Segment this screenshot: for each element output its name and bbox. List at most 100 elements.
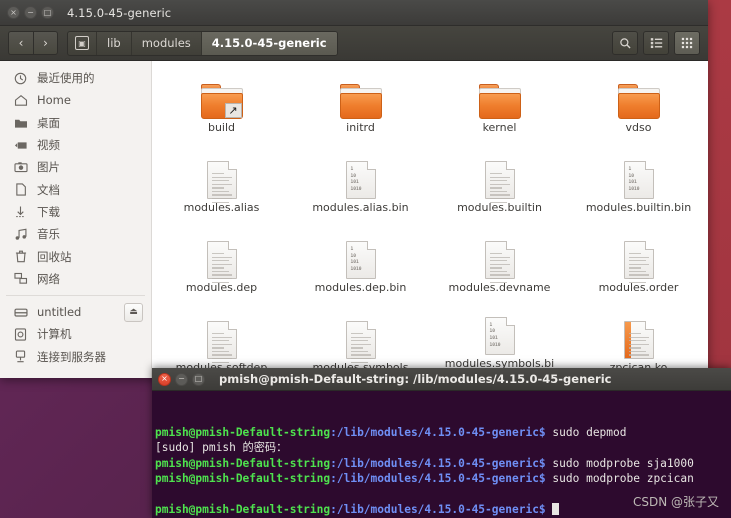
grid-view-icon[interactable] [674, 31, 700, 55]
terminal-line: [sudo] pmish 的密码： [155, 440, 731, 455]
document-lines [211, 333, 232, 365]
file-item[interactable]: modules.order [569, 229, 708, 303]
sidebar-item-computer[interactable]: 计算机 [0, 323, 151, 345]
sidebar-item-desktop[interactable]: 桌面 [0, 112, 151, 134]
prompt-user: pmish@pmish-Default-string [155, 502, 331, 516]
file-item[interactable]: kernel [430, 69, 569, 143]
search-icon[interactable] [612, 31, 638, 55]
text-file-icon [206, 235, 237, 283]
file-item[interactable]: initrd [291, 69, 430, 143]
sidebar-label: 视频 [37, 138, 60, 153]
sidebar-item-recent[interactable]: 最近使用的 [0, 67, 151, 89]
text-file-icon [623, 235, 654, 283]
close-icon[interactable]: × [7, 6, 20, 19]
sidebar-item-pictures[interactable]: 图片 [0, 156, 151, 178]
maximize-icon[interactable]: □ [192, 372, 205, 386]
file-item[interactable]: 1 10 101 1010 modules.dep.bin [291, 229, 430, 303]
sidebar-item-network[interactable]: 网络 [0, 268, 151, 290]
sidebar-item-connect-to-server[interactable]: 连接到服务器 [0, 346, 151, 368]
terminal-command: sudo modprobe sja1000 [545, 456, 694, 470]
music-icon [12, 228, 29, 241]
file-item[interactable]: 1 10 101 1010 modules.builtin.bin [569, 149, 708, 223]
folder-glyph: ↗ [200, 84, 243, 119]
sidebar: 最近使用的 Home 桌面 视频 图片 文档 下载 音乐 回收站 网络 unti… [0, 61, 152, 378]
breadcrumb-item-computer[interactable]: ▣ [68, 31, 97, 55]
eject-button[interactable]: ⏏ [124, 302, 143, 322]
file-item[interactable]: modules.alias [152, 149, 291, 223]
prompt-path: :/lib/modules/4.15.0-45-generic$ [330, 502, 546, 516]
sidebar-item-trash[interactable]: 回收站 [0, 245, 151, 267]
terminal-command: sudo modprobe zpcican [545, 472, 694, 486]
maximize-icon[interactable]: □ [41, 6, 54, 19]
document-glyph: 1 10 101 1010 [484, 316, 515, 355]
sidebar-label: 音乐 [37, 227, 60, 242]
folder-glyph [617, 84, 660, 119]
sidebar-label: 连接到服务器 [37, 349, 106, 364]
terminal-output[interactable]: pmish@pmish-Default-string:/lib/modules/… [152, 391, 731, 518]
sidebar-label: 文档 [37, 182, 60, 197]
binary-digits: 1 10 101 1010 [350, 167, 362, 192]
document-lines [628, 253, 649, 285]
terminal-cursor [552, 502, 560, 515]
file-item[interactable]: ↗ build [152, 69, 291, 143]
breadcrumb-item-current[interactable]: 4.15.0-45-generic [201, 31, 337, 55]
document-glyph [345, 321, 376, 363]
document-glyph [206, 161, 237, 203]
terminal-titlebar: × − □ pmish@pmish-Default-string: /lib/m… [152, 368, 731, 391]
sidebar-item-home[interactable]: Home [0, 89, 151, 111]
list-view-icon[interactable] [643, 31, 669, 55]
file-item[interactable]: modules.builtin [430, 149, 569, 223]
file-list-area[interactable]: ↗ build initrd kernel vdso modules.alias 1 10 10… [152, 61, 708, 378]
breadcrumb-item-lib[interactable]: lib [97, 31, 132, 55]
document-lines [211, 173, 232, 205]
sidebar-item-untitled[interactable]: untitled ⏏ [0, 301, 151, 323]
sidebar-item-downloads[interactable]: 下载 [0, 201, 151, 223]
binary-file-icon: 1 10 101 1010 [623, 155, 654, 199]
minimize-icon[interactable]: − [175, 372, 188, 386]
sidebar-item-music[interactable]: 音乐 [0, 223, 151, 245]
text-file-icon [206, 155, 237, 203]
prompt-path: :/lib/modules/4.15.0-45-generic$ [330, 472, 546, 486]
terminal-line: pmish@pmish-Default-string:/lib/modules/… [155, 456, 731, 471]
folder-glyph [339, 84, 382, 119]
prompt-user: pmish@pmish-Default-string [155, 425, 331, 439]
sidebar-item-videos[interactable]: 视频 [0, 134, 151, 156]
computer-icon [12, 328, 29, 341]
terminal-line: pmish@pmish-Default-string:/lib/modules/… [155, 425, 731, 440]
file-manager-titlebar: × − □ 4.15.0-45-generic [0, 0, 708, 26]
document-glyph: 1 10 101 1010 [345, 241, 376, 279]
document-icon [12, 183, 29, 196]
sidebar-label: Home [37, 93, 71, 108]
grid-view-glyph [681, 37, 693, 49]
prompt-path: :/lib/modules/4.15.0-45-generic$ [330, 456, 546, 470]
prompt-user: pmish@pmish-Default-string [155, 472, 331, 486]
file-label: modules.dep.bin [314, 281, 407, 294]
sidebar-label: 下载 [37, 204, 60, 219]
close-icon[interactable]: × [158, 372, 171, 386]
folder-icon [617, 75, 660, 119]
file-label: kernel [482, 121, 517, 134]
trash-icon [12, 250, 29, 263]
symlink-emblem-icon: ↗ [224, 103, 242, 118]
document-lines [628, 333, 649, 358]
back-button[interactable]: ‹ [8, 31, 33, 55]
file-item[interactable]: 1 10 101 1010 modules.alias.bin [291, 149, 430, 223]
file-item[interactable]: vdso [569, 69, 708, 143]
file-item[interactable]: modules.dep [152, 229, 291, 303]
terminal-title: pmish@pmish-Default-string: /lib/modules… [219, 372, 612, 386]
file-item[interactable]: modules.devname [430, 229, 569, 303]
navigation-buttons: ‹ › [8, 31, 58, 55]
folder-icon [339, 75, 382, 119]
file-label: initrd [346, 121, 375, 134]
sidebar-item-documents[interactable]: 文档 [0, 178, 151, 200]
connect-server-icon [12, 350, 29, 363]
terminal-command: sudo depmod [545, 425, 627, 439]
clock-icon [12, 72, 29, 85]
forward-button[interactable]: › [33, 31, 58, 55]
binary-file-icon: 1 10 101 1010 [345, 235, 376, 279]
search-glyph [619, 37, 631, 49]
binary-file-icon: 1 10 101 1010 [484, 315, 515, 355]
breadcrumb-item-modules[interactable]: modules [132, 31, 202, 55]
minimize-icon[interactable]: − [24, 6, 37, 19]
sidebar-label: 网络 [37, 271, 60, 286]
